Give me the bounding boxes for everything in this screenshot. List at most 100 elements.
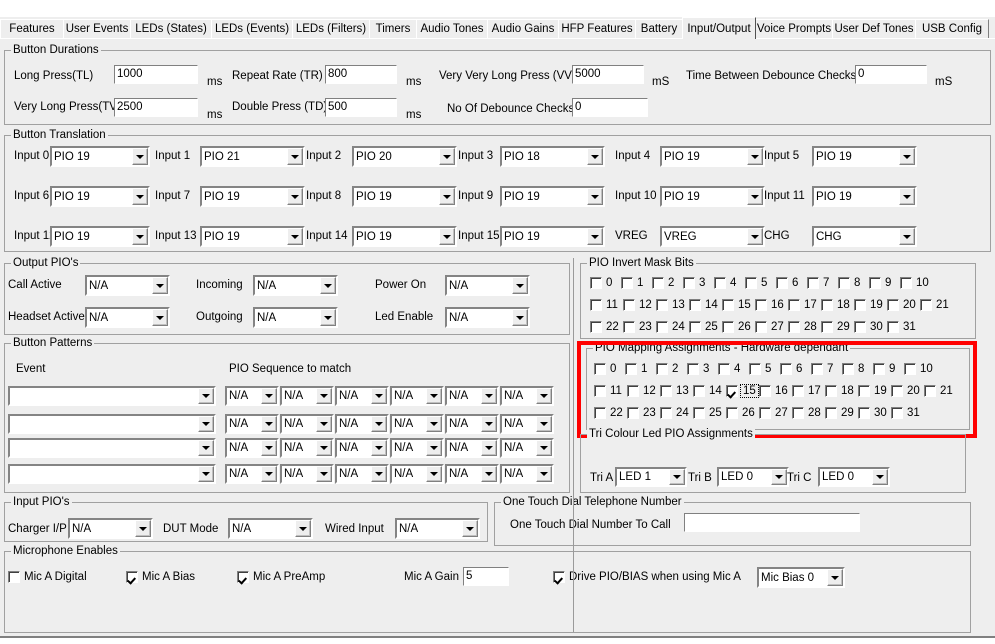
tab-input-output[interactable]: Input/Output [682, 17, 756, 39]
invert-mask-bit-13[interactable]: 13 [656, 299, 685, 311]
chevron-down-icon[interactable] [462, 520, 478, 537]
combo-button-pattern-event-0[interactable] [8, 386, 216, 406]
chevron-down-icon[interactable] [439, 188, 455, 205]
combo-tri-c[interactable]: LED 0 [818, 467, 890, 487]
invert-mask-bit-25[interactable]: 25 [689, 321, 718, 333]
combo-dut-mode[interactable]: N/A [228, 518, 313, 539]
input-very-very-long-press[interactable]: 5000 [572, 65, 644, 84]
combo-input-11[interactable]: PIO 19 [812, 186, 917, 207]
chevron-down-icon[interactable] [827, 569, 843, 586]
chevron-down-icon[interactable] [316, 440, 332, 456]
combo-pattern-2-step-5[interactable]: N/A [500, 438, 554, 458]
chevron-down-icon[interactable] [439, 228, 455, 245]
checkbox-box[interactable] [656, 321, 668, 333]
tab-battery[interactable]: Battery [635, 19, 683, 38]
tab-leds-events[interactable]: LEDs (Events) [211, 19, 293, 38]
combo-pattern-3-step-0[interactable]: N/A [225, 464, 279, 484]
checkbox-box[interactable] [722, 299, 734, 311]
combo-button-pattern-event-2[interactable] [8, 438, 216, 458]
chevron-down-icon[interactable] [135, 520, 151, 537]
chevron-down-icon[interactable] [132, 228, 148, 245]
checkbox-box[interactable] [854, 321, 866, 333]
checkbox-box[interactable] [788, 321, 800, 333]
tab-user-events[interactable]: User Events [63, 19, 131, 38]
chevron-down-icon[interactable] [481, 388, 497, 404]
checkbox-box[interactable] [683, 277, 695, 289]
combo-input-5[interactable]: PIO 19 [812, 146, 917, 167]
invert-mask-bit-29[interactable]: 29 [821, 321, 850, 333]
checkbox-box[interactable] [237, 571, 249, 583]
invert-mask-bit-24[interactable]: 24 [656, 321, 685, 333]
tab-audio-gains[interactable]: Audio Gains [487, 19, 559, 38]
chevron-down-icon[interactable] [587, 148, 603, 165]
invert-mask-bit-22[interactable]: 22 [590, 321, 619, 333]
chevron-down-icon[interactable] [899, 148, 915, 165]
combo-input-8[interactable]: PIO 19 [352, 186, 457, 207]
chevron-down-icon[interactable] [747, 148, 763, 165]
combo-input-10[interactable]: PIO 19 [660, 186, 765, 207]
invert-mask-bit-1[interactable]: 1 [621, 277, 643, 289]
chevron-down-icon[interactable] [481, 440, 497, 456]
combo-pattern-3-step-4[interactable]: N/A [445, 464, 499, 484]
invert-mask-bit-11[interactable]: 11 [590, 299, 618, 311]
checkbox-box[interactable] [689, 299, 701, 311]
input-very-long-press[interactable]: 2500 [114, 98, 198, 117]
invert-mask-bit-15[interactable]: 15 [722, 299, 751, 311]
chevron-down-icon[interactable] [669, 469, 685, 485]
chevron-down-icon[interactable] [316, 466, 332, 482]
chevron-down-icon[interactable] [261, 440, 277, 456]
combo-input-14[interactable]: PIO 19 [352, 226, 457, 247]
chevron-down-icon[interactable] [316, 388, 332, 404]
combo-headset-active[interactable]: N/A [85, 307, 170, 328]
combo-pattern-2-step-4[interactable]: N/A [445, 438, 499, 458]
combo-pattern-0-step-0[interactable]: N/A [225, 386, 279, 406]
tab-usb-config[interactable]: USB Config [915, 19, 989, 38]
combo-pattern-0-step-4[interactable]: N/A [445, 386, 499, 406]
invert-mask-bit-5[interactable]: 5 [745, 277, 767, 289]
checkbox-box[interactable] [755, 321, 767, 333]
checkbox-box[interactable] [590, 299, 602, 311]
checkbox-box[interactable] [869, 277, 881, 289]
input-long-press[interactable]: 1000 [114, 65, 198, 84]
combo-input-15[interactable]: PIO 19 [500, 226, 605, 247]
chevron-down-icon[interactable] [747, 188, 763, 205]
combo-input-7[interactable]: PIO 19 [200, 186, 305, 207]
chevron-down-icon[interactable] [152, 309, 168, 326]
combo-call-active[interactable]: N/A [85, 275, 170, 296]
chevron-down-icon[interactable] [320, 309, 336, 326]
combo-pattern-0-step-1[interactable]: N/A [280, 386, 334, 406]
chevron-down-icon[interactable] [536, 388, 552, 404]
tab-audio-tones[interactable]: Audio Tones [416, 19, 488, 38]
input-repeat-rate[interactable]: 800 [325, 65, 397, 84]
chevron-down-icon[interactable] [771, 469, 787, 485]
combo-charger-i-p[interactable]: N/A [68, 518, 153, 539]
combo-input-9[interactable]: PIO 19 [500, 186, 605, 207]
invert-mask-bit-19[interactable]: 19 [854, 299, 883, 311]
invert-mask-bit-18[interactable]: 18 [821, 299, 850, 311]
combo-power-on[interactable]: N/A [445, 275, 530, 296]
chevron-down-icon[interactable] [287, 188, 303, 205]
chevron-down-icon[interactable] [899, 228, 915, 245]
chevron-down-icon[interactable] [152, 277, 168, 294]
input-time-between-debounce-checks[interactable]: 0 [855, 65, 927, 84]
checkbox-box[interactable] [126, 571, 138, 583]
checkbox-box[interactable] [821, 299, 833, 311]
chevron-down-icon[interactable] [198, 466, 214, 482]
invert-mask-bit-26[interactable]: 26 [722, 321, 751, 333]
combo-chg[interactable]: CHG [812, 226, 917, 247]
checkbox-box[interactable] [900, 277, 912, 289]
checkbox-box[interactable] [689, 321, 701, 333]
chevron-down-icon[interactable] [536, 416, 552, 432]
chevron-down-icon[interactable] [899, 188, 915, 205]
chevron-down-icon[interactable] [371, 466, 387, 482]
combo-pattern-1-step-5[interactable]: N/A [500, 414, 554, 434]
invert-mask-bit-21[interactable]: 21 [920, 299, 949, 311]
checkbox-box[interactable] [621, 277, 633, 289]
combo-pattern-0-step-3[interactable]: N/A [390, 386, 444, 406]
chevron-down-icon[interactable] [287, 228, 303, 245]
combo-led-enable[interactable]: N/A [445, 307, 530, 328]
checkbox-box[interactable] [745, 277, 757, 289]
invert-mask-bit-28[interactable]: 28 [788, 321, 817, 333]
combo-pattern-1-step-0[interactable]: N/A [225, 414, 279, 434]
invert-mask-bit-6[interactable]: 6 [776, 277, 798, 289]
